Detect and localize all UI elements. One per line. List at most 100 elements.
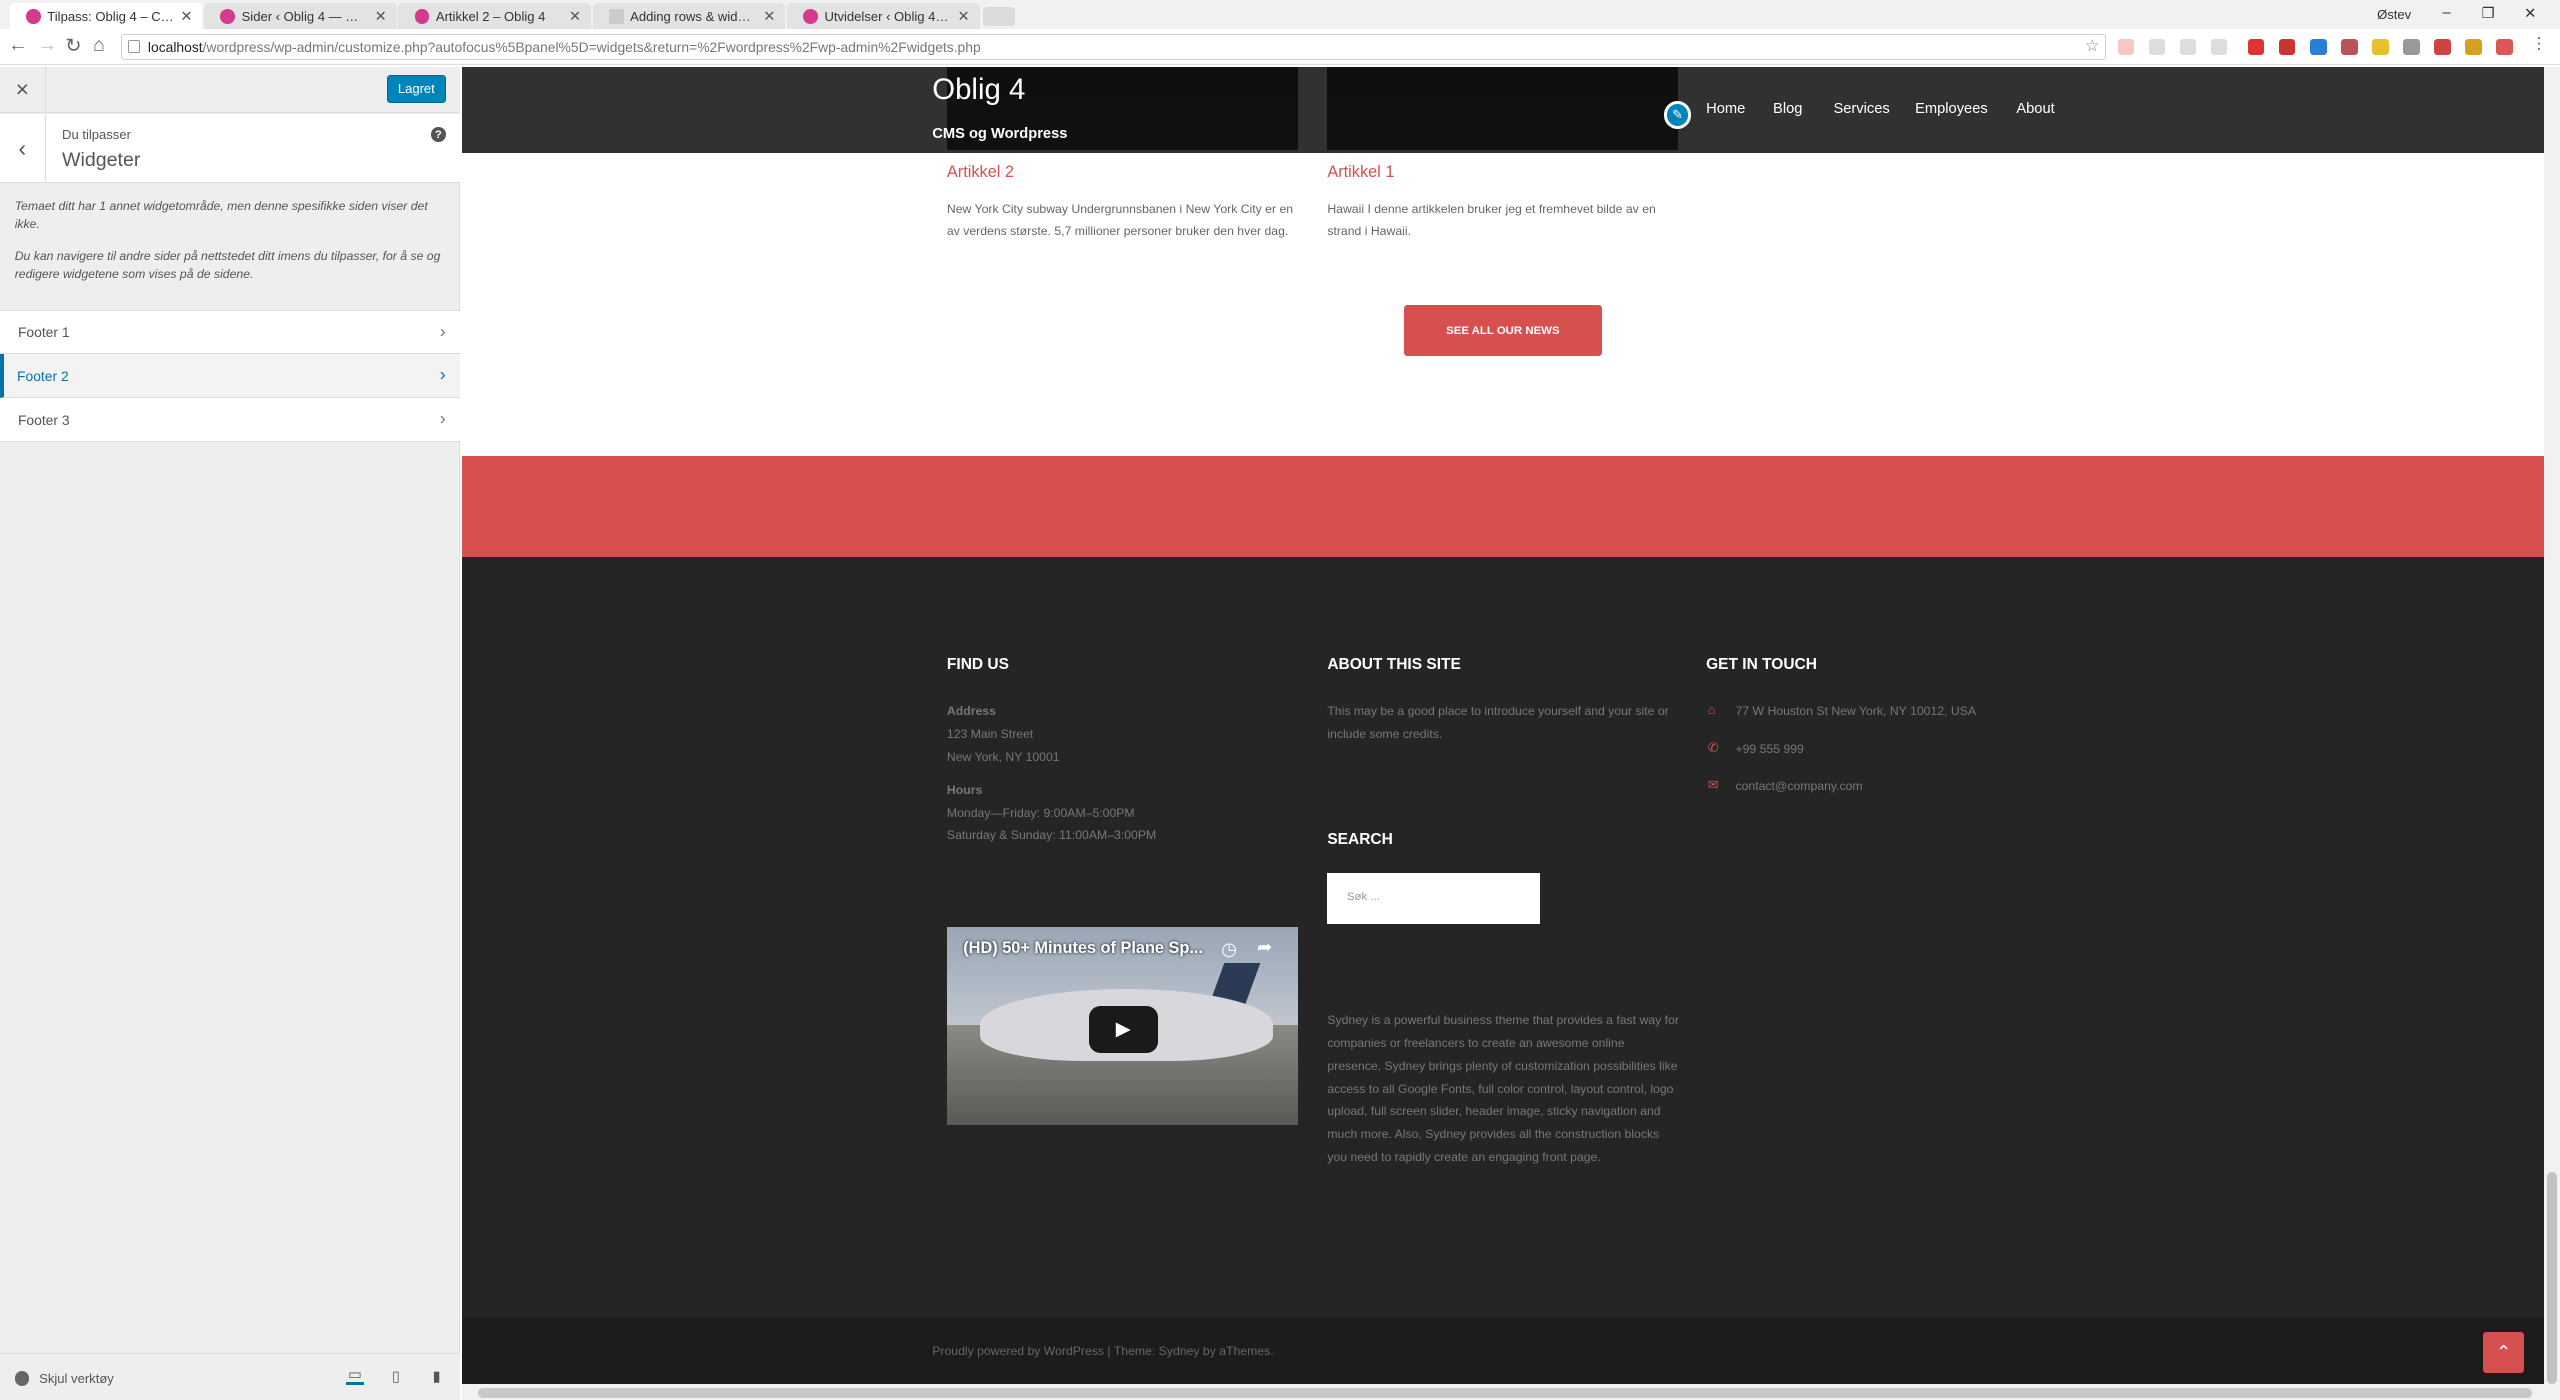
tab-close-icon[interactable]: ✕ (569, 8, 581, 25)
mobile-preview-icon[interactable]: ▮ (428, 1368, 446, 1386)
notice-text: Temaet ditt har 1 annet widgetområde, me… (14, 198, 428, 231)
horizontal-scrollbar-thumb[interactable] (478, 1387, 2533, 1398)
tab-close-icon[interactable]: ✕ (180, 8, 192, 25)
widget-area-list: Footer 1 › Footer 2 › Footer 3 › (0, 310, 461, 443)
close-customizer-button[interactable]: × (0, 66, 46, 113)
video-embed[interactable]: (HD) 50+ Minutes of Plane Sp... ◷ ➦ ▶ (946, 927, 1298, 1125)
extension-icon[interactable] (2148, 39, 2165, 56)
new-tab-button[interactable] (982, 6, 1016, 27)
restore-icon[interactable]: ❐ (2482, 5, 2495, 22)
section-footer-2[interactable]: Footer 2 › (0, 354, 461, 399)
url-host: localhost (147, 39, 203, 56)
article-excerpt: Hawaii I denne artikkelen bruker jeg et … (1327, 201, 1656, 239)
tab-close-icon[interactable]: ✕ (957, 8, 969, 25)
hours-line: Saturday & Sunday: 11:00AM–3:00PM (946, 828, 1157, 843)
home-icon[interactable]: ⌂ (93, 34, 105, 57)
search-heading: SEARCH (1327, 831, 1393, 848)
minimize-icon[interactable]: – (2442, 5, 2450, 21)
article-title[interactable]: Artikkel 2 (947, 163, 1014, 182)
help-icon[interactable]: ? (431, 127, 446, 143)
contact-email[interactable]: contact@company.com (1735, 775, 1862, 798)
wordpress-favicon-icon (26, 8, 41, 24)
browser-tab-adding-rows[interactable]: Adding rows & widgets ✕ (592, 3, 786, 30)
extension-icon[interactable] (2279, 39, 2296, 56)
tab-close-icon[interactable]: ✕ (375, 8, 387, 25)
browser-tab-pages[interactable]: Sider ‹ Oblig 4 — WordPress ✕ (204, 3, 397, 30)
phone-icon: ✆ (1707, 739, 1719, 755)
extension-icon[interactable] (2179, 39, 2196, 56)
section-label: Footer 3 (17, 411, 70, 428)
section-footer-3[interactable]: Footer 3 › (0, 398, 461, 443)
extension-icon[interactable] (2496, 39, 2513, 56)
contact-phone: +99 555 999 (1735, 741, 1804, 756)
browser-tab-strip: Tilpass: Oblig 4 – CMS og Wordpress ✕ Si… (0, 0, 2560, 30)
bookmark-star-icon[interactable]: ☆ (2085, 36, 2100, 56)
page-info-icon[interactable] (128, 40, 140, 54)
url-path: /wordpress/wp-admin/customize.php?autofo… (202, 39, 981, 56)
browser-tab-customize[interactable]: Tilpass: Oblig 4 – CMS og Wordpress ✕ (9, 3, 203, 30)
address-bar[interactable]: localhost/wordpress/wp-admin/customize.p… (120, 34, 2107, 61)
extension-icon[interactable] (2210, 39, 2227, 56)
reload-icon[interactable]: ↻ (65, 34, 81, 58)
vertical-scrollbar-thumb[interactable] (2546, 1172, 2557, 1385)
browser-tab-plugins[interactable]: Utvidelser ‹ Oblig 4 — WordPress ✕ (786, 3, 980, 30)
extension-icon[interactable] (2434, 39, 2451, 56)
menu-item-home[interactable]: Home (1706, 101, 1745, 117)
section-footer-1[interactable]: Footer 1 › (0, 310, 461, 355)
widget-area-notice: Temaet ditt har 1 annet widgetområde, me… (15, 198, 453, 299)
menu-item-about[interactable]: About (2016, 101, 2054, 117)
window-close-icon[interactable]: ✕ (2524, 5, 2536, 22)
menu-item-services[interactable]: Services (1833, 101, 1889, 117)
back-icon[interactable]: ← (8, 34, 28, 57)
share-icon[interactable]: ➦ (1257, 937, 1272, 958)
tab-title: Tilpass: Oblig 4 – CMS og Wordpress (47, 8, 174, 24)
panel-title-section: ‹ Du tilpasser Widgeter ? (0, 114, 461, 183)
desktop-preview-icon[interactable]: ▭ (346, 1367, 365, 1386)
video-title[interactable]: (HD) 50+ Minutes of Plane Sp... (963, 939, 1203, 958)
back-chevron-icon[interactable]: ‹ (0, 114, 46, 183)
extension-icon[interactable] (2403, 39, 2420, 56)
save-button[interactable]: Lagret (386, 75, 446, 103)
site-title[interactable]: Oblig 4 (932, 73, 1025, 107)
tab-title: Utvidelser ‹ Oblig 4 — WordPress (824, 8, 951, 24)
forward-icon[interactable]: → (38, 34, 58, 57)
hide-controls-button[interactable]: Skjul verktøy (14, 1371, 114, 1386)
play-icon[interactable]: ▶ (1088, 1005, 1158, 1054)
extension-icon[interactable] (2465, 39, 2482, 56)
extension-icon[interactable] (2341, 39, 2358, 56)
watch-later-icon[interactable]: ◷ (1221, 939, 1237, 960)
site-header: Oblig 4 CMS og Wordpress ✎ Home Blog Ser… (462, 66, 2544, 154)
menu-item-blog[interactable]: Blog (1773, 101, 1802, 117)
map-marker-icon: ⌂ (1707, 702, 1716, 718)
customizer-header: × Lagret (0, 66, 461, 113)
wordpress-favicon-icon (803, 8, 818, 24)
wordpress-favicon-icon (414, 8, 430, 24)
edit-pencil-icon[interactable]: ✎ (1663, 101, 1692, 129)
back-to-top-button[interactable]: ⌃ (2483, 1332, 2525, 1374)
find-us-heading: FIND US (946, 656, 1009, 674)
about-text: This may be a good place to introduce yo… (1327, 704, 1669, 742)
search-input[interactable]: Søk ... (1327, 873, 1540, 925)
sydney-description: Sydney is a powerful business theme that… (1327, 1012, 1679, 1165)
extension-icon[interactable] (2117, 39, 2134, 56)
menu-item-employees[interactable]: Employees (1915, 101, 1988, 117)
section-label: Footer 1 (17, 324, 70, 341)
extension-icon[interactable] (2372, 39, 2389, 56)
browser-menu-icon[interactable]: ⋮ (2531, 34, 2547, 54)
hours-line: Monday—Friday: 9:00AM–5:00PM (946, 805, 1135, 820)
browser-tab-article[interactable]: Artikkel 2 – Oblig 4 ✕ (398, 3, 591, 30)
accent-band (462, 455, 2544, 557)
get-in-touch-heading: GET IN TOUCH (1706, 656, 1817, 674)
extension-icon[interactable] (2248, 39, 2265, 56)
profile-badge[interactable]: Østev (2377, 7, 2411, 22)
section-label: Footer 2 (17, 367, 69, 384)
tab-close-icon[interactable]: ✕ (763, 8, 775, 25)
tab-title: Artikkel 2 – Oblig 4 (435, 8, 546, 24)
chevron-right-icon: › (439, 408, 446, 429)
notice-text: Du kan navigere til andre sider på netts… (14, 249, 441, 282)
article-title[interactable]: Artikkel 1 (1327, 163, 1394, 182)
extension-icon[interactable] (2310, 39, 2327, 56)
see-all-news-button[interactable]: SEE ALL OUR NEWS (1404, 305, 1602, 356)
footer-credit[interactable]: Proudly powered by WordPress | Theme: Sy… (932, 1344, 1273, 1358)
tablet-preview-icon[interactable]: ▯ (387, 1368, 405, 1386)
